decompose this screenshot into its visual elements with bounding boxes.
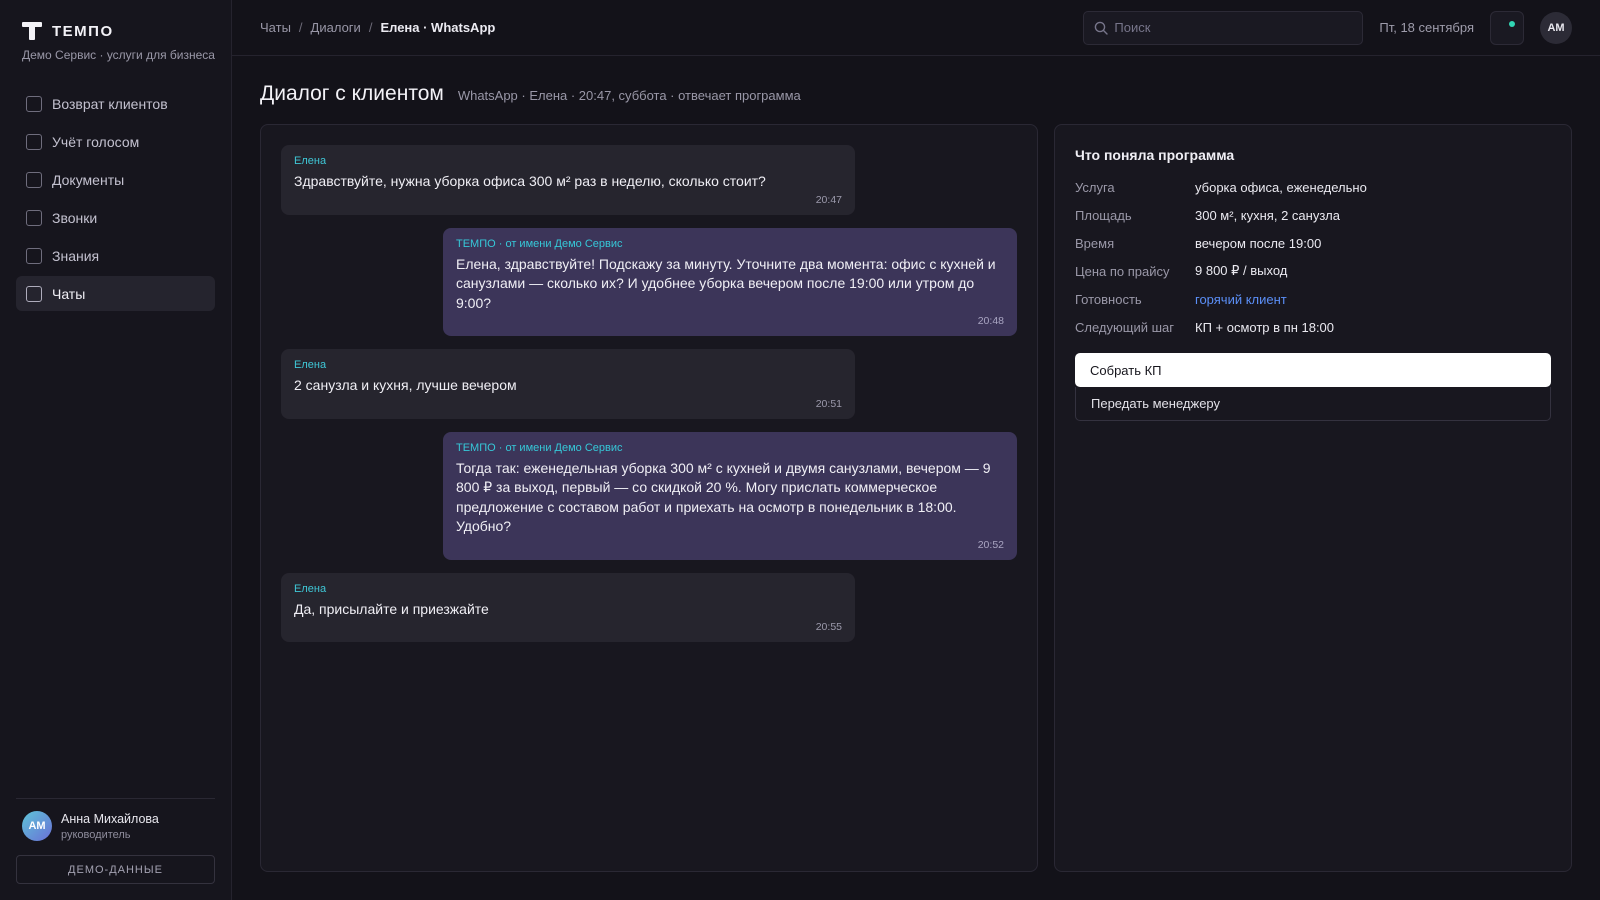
insight-key: Площадь	[1075, 207, 1132, 223]
message-incoming: Елена Здравствуйте, нужна уборка офиса 3…	[281, 145, 855, 215]
insights-list: Услуга уборка офиса, еженедельно Площадь…	[1075, 173, 1551, 341]
checkbox-icon	[26, 133, 42, 150]
sidebar-nav: Возврат клиентов Учёт голосом Документы …	[16, 86, 215, 311]
message-author: Елена	[294, 359, 327, 371]
sidebar-item-label: Звонки	[52, 209, 98, 226]
sidebar-item-chats[interactable]: Чаты	[16, 276, 215, 311]
readiness-badge: горячий клиент	[1195, 291, 1287, 307]
insight-key: Готовность	[1075, 291, 1142, 307]
page-title: Диалог с клиентом	[260, 82, 444, 105]
checkbox-icon	[26, 285, 42, 302]
sidebar-item-voice[interactable]: Учёт голосом	[16, 124, 215, 159]
message-text: Тогда так: еженедельная уборка 300 м² с …	[456, 459, 991, 535]
content: Диалог с клиентом WhatsApp · Елена · 20:…	[232, 56, 1600, 900]
handoff-manager-button[interactable]: Передать менеджеру	[1075, 387, 1551, 421]
insight-value: КП + осмотр в пн 18:00	[1195, 319, 1335, 335]
breadcrumb-chats[interactable]: Чаты	[260, 20, 291, 35]
sidebar: ТЕМПО Демо Сервис · услуги для бизнеса В…	[0, 0, 232, 900]
insight-key: Услуга	[1075, 179, 1115, 195]
insight-row-price: Цена по прайсу 9 800 ₽ / выход	[1075, 257, 1551, 285]
notification-dot-icon	[1509, 20, 1515, 27]
demo-data-button[interactable]: ДЕМО-ДАННЫЕ	[16, 855, 215, 884]
breadcrumb: Чаты / Диалоги / Елена · WhatsApp	[260, 20, 495, 35]
panels: Елена Здравствуйте, нужна уборка офиса 3…	[260, 124, 1572, 872]
sidebar-item-label: Возврат клиентов	[52, 95, 168, 112]
brand-subtitle: Демо Сервис · услуги для бизнеса	[22, 48, 215, 62]
breadcrumb-separator: /	[368, 20, 373, 35]
insight-key: Цена по прайсу	[1075, 263, 1170, 279]
insights-panel: Что поняла программа Услуга уборка офиса…	[1054, 124, 1572, 872]
page-meta: WhatsApp · Елена · 20:47, суббота · отве…	[457, 88, 801, 103]
insight-row-service: Услуга уборка офиса, еженедельно	[1075, 173, 1551, 201]
tempo-logo-icon	[22, 22, 42, 40]
message-time: 20:52	[977, 538, 1004, 551]
insight-value: вечером после 19:00	[1195, 235, 1322, 251]
user-card[interactable]: АМ Анна Михайлова руководитель	[16, 798, 215, 841]
message-time: 20:51	[815, 397, 842, 410]
message-author: ТЕМПО · от имени Демо Сервис	[456, 237, 623, 250]
checkbox-icon	[26, 171, 42, 188]
checkbox-icon	[26, 95, 42, 112]
insight-value: 9 800 ₽ / выход	[1195, 263, 1288, 278]
message-text: Здравствуйте, нужна уборка офиса 300 м² …	[294, 173, 766, 189]
avatar[interactable]: АМ	[1540, 11, 1572, 44]
message-text: Елена, здравствуйте! Подскажу за минуту.…	[456, 255, 996, 311]
insight-row-next-step: Следующий шаг КП + осмотр в пн 18:00	[1075, 313, 1551, 341]
chat-thread[interactable]: Елена Здравствуйте, нужна уборка офиса 3…	[260, 124, 1038, 872]
message-author: ТЕМПО · от имени Демо Сервис	[456, 441, 623, 454]
page-header: Диалог с клиентом WhatsApp · Елена · 20:…	[260, 82, 1572, 106]
message-author: Елена	[294, 155, 327, 167]
message-text: 2 санузла и кухня, лучше вечером	[294, 377, 517, 393]
message-time: 20:48	[977, 315, 1004, 327]
insight-key: Время	[1075, 235, 1115, 251]
sidebar-item-label: Знания	[52, 247, 100, 264]
user-role: руководитель	[61, 828, 131, 841]
insight-value: уборка офиса, еженедельно	[1195, 179, 1367, 195]
sidebar-item-label: Чаты	[52, 285, 86, 302]
sidebar-item-label: Документы	[52, 171, 125, 188]
brand-name: ТЕМПО	[52, 22, 114, 40]
search-box[interactable]	[1083, 10, 1364, 45]
sidebar-item-returns[interactable]: Возврат клиентов	[16, 86, 215, 121]
app-root: ТЕМПО Демо Сервис · услуги для бизнеса В…	[0, 0, 1600, 900]
avatar: АМ	[22, 811, 52, 841]
insight-row-area: Площадь 300 м², кухня, 2 санузла	[1075, 201, 1551, 229]
message-author: Елена	[294, 582, 327, 595]
current-date: Пт, 18 сентября	[1379, 20, 1474, 35]
message-text: Да, присылайте и приезжайте	[294, 600, 489, 617]
message-outgoing: ТЕМПО · от имени Демо Сервис Елена, здра…	[443, 227, 1017, 336]
checkbox-icon	[26, 247, 42, 264]
message-outgoing: ТЕМПО · от имени Демо Сервис Тогда так: …	[443, 431, 1017, 560]
insight-key: Следующий шаг	[1075, 319, 1174, 335]
user-name: Анна Михайлова	[61, 811, 159, 826]
insight-row-readiness: Готовность горячий клиент	[1075, 285, 1551, 313]
sidebar-item-documents[interactable]: Документы	[16, 162, 215, 197]
breadcrumb-dialogs[interactable]: Диалоги	[311, 20, 361, 35]
sidebar-item-knowledge[interactable]: Знания	[16, 238, 215, 273]
breadcrumb-separator: /	[298, 20, 303, 35]
search-icon	[1095, 21, 1109, 35]
message-incoming: Елена Да, присылайте и приезжайте 20:55	[281, 572, 855, 642]
notifications-button[interactable]	[1490, 10, 1524, 45]
sidebar-item-label: Учёт голосом	[52, 133, 140, 150]
build-proposal-button[interactable]: Собрать КП	[1075, 353, 1551, 387]
brand[interactable]: ТЕМПО	[16, 22, 215, 40]
search-input[interactable]	[1114, 20, 1345, 35]
message-time: 20:55	[815, 621, 842, 633]
main: Чаты / Диалоги / Елена · WhatsApp Пт, 18…	[232, 0, 1600, 900]
breadcrumb-current: Елена · WhatsApp	[380, 20, 496, 35]
insight-row-time: Время вечером после 19:00	[1075, 229, 1551, 257]
topbar: Чаты / Диалоги / Елена · WhatsApp Пт, 18…	[232, 0, 1600, 56]
message-time: 20:47	[815, 193, 842, 206]
insight-value: 300 м², кухня, 2 санузла	[1195, 207, 1340, 223]
message-incoming: Елена 2 санузла и кухня, лучше вечером 2…	[281, 349, 855, 419]
checkbox-icon	[26, 209, 42, 226]
insights-title: Что поняла программа	[1075, 147, 1235, 163]
sidebar-item-calls[interactable]: Звонки	[16, 200, 215, 235]
